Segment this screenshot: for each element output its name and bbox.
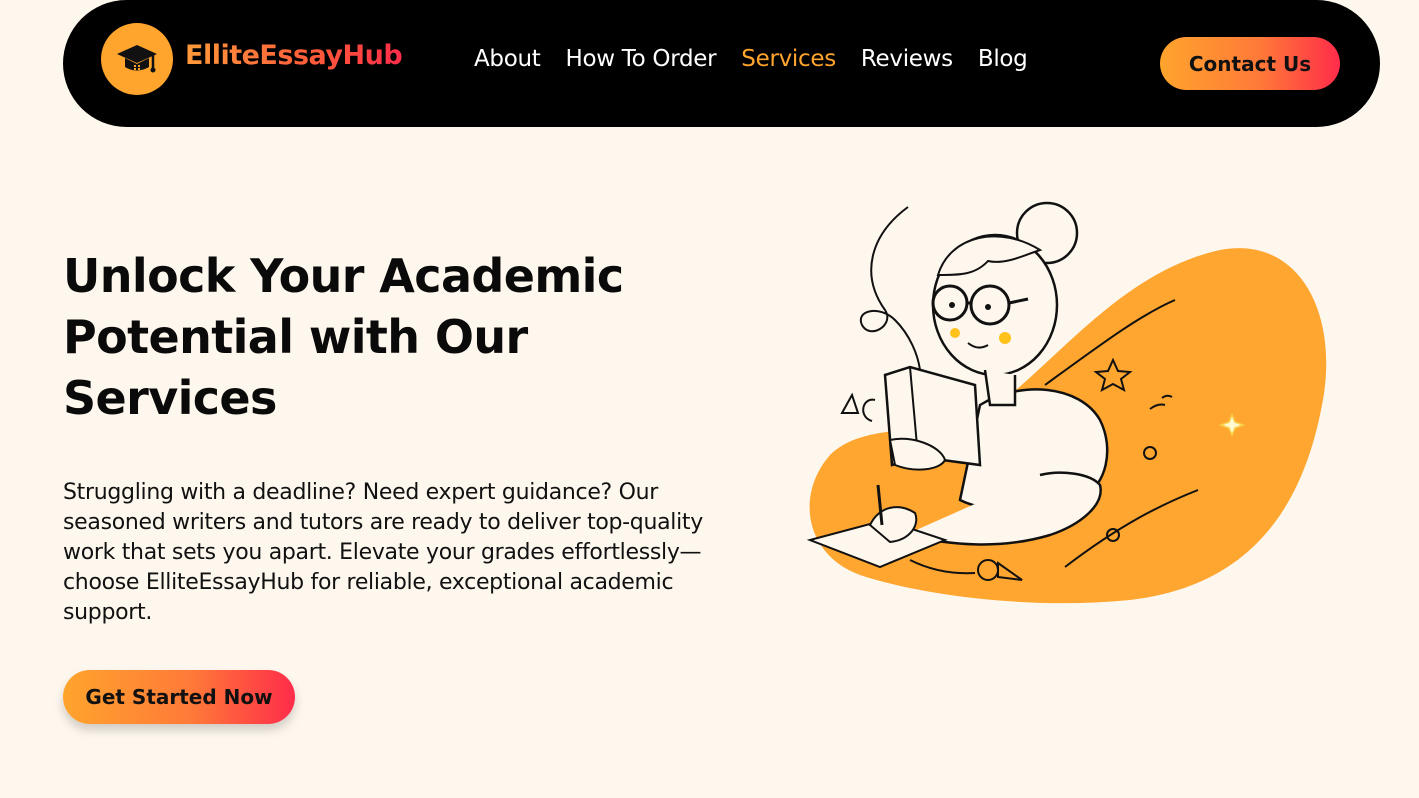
hero-title: Unlock Your Academic Potential with Our … [63,249,624,425]
nav-about[interactable]: About [474,46,541,72]
nav-how-to-order[interactable]: How To Order [566,46,717,72]
nav-blog[interactable]: Blog [978,46,1028,72]
hero-description: Struggling with a deadline? Need expert … [63,480,703,625]
student-reading-illustration [800,195,1340,615]
nav-reviews[interactable]: Reviews [861,46,953,72]
nav-services[interactable]: Services [741,46,836,72]
graduation-cap-icon [101,23,173,95]
brand-name: ElliteEssayHub [185,39,403,71]
top-navbar: ElliteEssayHub About How To Order Servic… [63,0,1380,127]
contact-us-button[interactable]: Contact Us [1160,37,1340,90]
get-started-button[interactable]: Get Started Now [63,670,295,724]
main-nav: About How To Order Services Reviews Blog [474,46,1052,72]
brand-logo-link[interactable]: ElliteEssayHub [101,23,403,95]
